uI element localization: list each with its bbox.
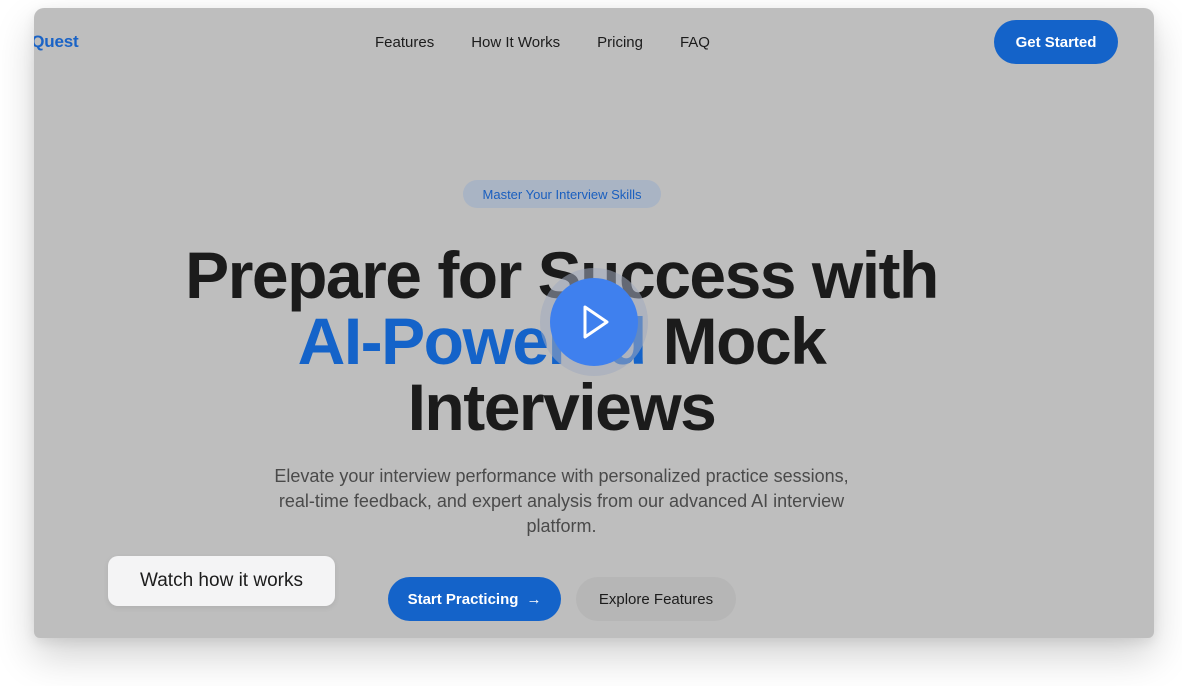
nav-links: Features How It Works Pricing FAQ <box>375 34 747 51</box>
hero-badge: Master Your Interview Skills <box>463 180 661 208</box>
explore-features-button[interactable]: Explore Features <box>576 577 736 621</box>
headline-line-2-rest: Mock <box>662 304 827 378</box>
logo[interactable]: aQuest <box>34 32 79 52</box>
logo-accent: Quest <box>34 32 79 51</box>
get-started-button[interactable]: Get Started <box>994 20 1118 64</box>
play-button-circle <box>550 278 638 366</box>
start-practicing-button[interactable]: Start Practicing → <box>388 577 561 621</box>
arrow-right-icon: → <box>526 590 542 608</box>
headline-line-3: Interviews <box>407 370 717 444</box>
nav-link-features[interactable]: Features <box>375 34 434 51</box>
nav-link-faq[interactable]: FAQ <box>680 34 710 51</box>
play-video-button[interactable] <box>540 268 648 376</box>
start-practicing-label: Start Practicing <box>407 590 519 608</box>
play-icon <box>583 305 609 339</box>
nav-link-pricing[interactable]: Pricing <box>597 34 643 51</box>
top-navbar: aQuest Features How It Works Pricing FAQ… <box>34 8 1154 76</box>
nav-link-how-it-works[interactable]: How It Works <box>471 34 560 51</box>
video-preview-frame: aQuest Features How It Works Pricing FAQ… <box>34 8 1154 638</box>
watch-how-it-works-label[interactable]: Watch how it works <box>108 556 335 606</box>
hero-subtitle: Elevate your interview performance with … <box>274 466 849 536</box>
